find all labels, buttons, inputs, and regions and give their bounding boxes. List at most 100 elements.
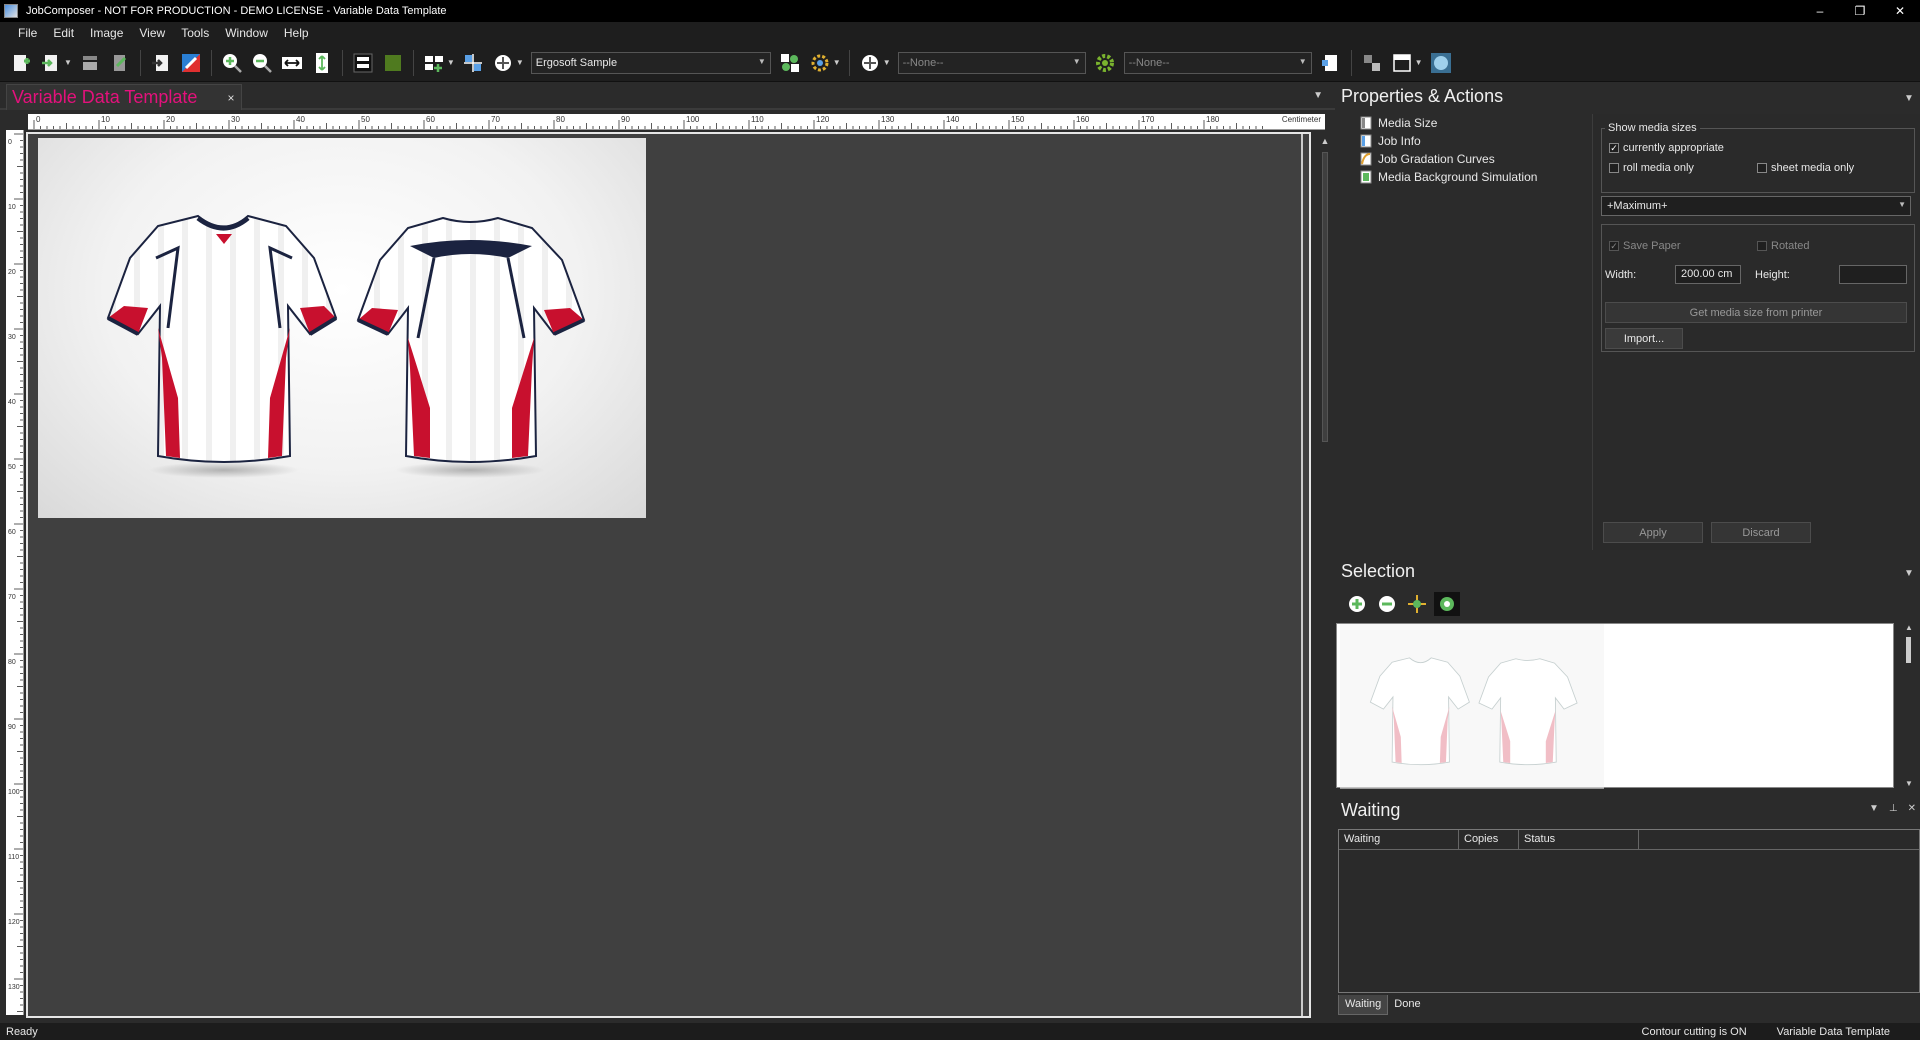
close-panel-icon[interactable]: ✕ [1908,803,1916,814]
import-icon[interactable] [38,50,64,76]
tile-icon[interactable] [1359,50,1385,76]
zoom-in-icon[interactable] [219,50,245,76]
height-input[interactable] [1839,265,1907,284]
scroll-up-icon[interactable]: ▲ [1317,134,1333,148]
arrange-dropdown-icon[interactable]: ▼ [447,58,455,67]
color-target-dropdown-icon[interactable]: ▼ [883,58,891,67]
menu-help[interactable]: Help [276,26,317,40]
selection-scrollbar[interactable]: ▲ ▼ [1902,623,1916,788]
tree-item-job-info[interactable]: Job Info [1336,132,1588,150]
color-target-icon[interactable] [857,50,883,76]
media-size-properties: Show media sizes ✓ currently appropriate… [1592,114,1920,550]
menu-image[interactable]: Image [82,26,131,40]
menu-edit[interactable]: Edit [45,26,82,40]
close-window-button[interactable]: ✕ [1880,4,1920,18]
menu-window[interactable]: Window [217,26,276,40]
nesting-icon[interactable] [460,50,486,76]
settings-gear-icon[interactable] [1092,50,1118,76]
tab-waiting[interactable]: Waiting [1338,995,1389,1015]
selection-zoom-in-icon[interactable] [1344,592,1370,616]
properties-panel-title: Properties & Actions [1341,86,1504,106]
layout-list-icon[interactable] [350,50,376,76]
scroll-down-icon[interactable]: ▼ [1902,779,1916,788]
printer-output-icon[interactable] [1318,50,1344,76]
scrollbar-thumb[interactable] [1906,637,1911,663]
tab-done[interactable]: Done [1388,995,1426,1015]
media-size-select[interactable]: +Maximum+ ▼ [1601,196,1911,216]
restore-button[interactable]: ❐ [1840,4,1880,18]
print-canvas[interactable] [26,132,1311,1018]
roll-media-only-checkbox[interactable]: roll media only [1609,162,1694,174]
arrange-icon[interactable] [421,50,447,76]
document-tab[interactable]: Variable Data Template × [6,84,242,110]
waiting-panel-menu-icon[interactable]: ▼ [1869,803,1879,814]
menu-file[interactable]: File [10,26,45,40]
pen-tool-icon[interactable] [107,50,133,76]
apply-button[interactable]: Apply [1603,522,1703,543]
chevron-down-icon: ▼ [1298,56,1307,66]
title-bar: JobComposer - NOT FOR PRODUCTION - DEMO … [0,0,1920,22]
pin-icon[interactable]: ⊥ [1889,803,1898,814]
tree-item-job-gradation-curves[interactable]: Job Gradation Curves [1336,150,1588,168]
print-queue-icon[interactable] [77,50,103,76]
discard-button[interactable]: Discard [1711,522,1811,543]
column-copies[interactable]: Copies [1459,830,1519,849]
color-edit-icon[interactable] [178,50,204,76]
save-paper-checkbox[interactable]: ✓ Save Paper [1609,240,1680,252]
print-settings-dropdown-icon[interactable]: ▼ [833,58,841,67]
tree-item-label: Media Background Simulation [1378,170,1538,184]
printer-select[interactable]: Ergosoft Sample ▼ [530,51,771,74]
column-status[interactable]: Status [1519,830,1639,849]
scrollbar-thumb[interactable] [1322,152,1328,442]
minimize-button[interactable]: – [1800,4,1840,18]
print-settings-gear-icon[interactable] [807,50,833,76]
jersey-mockup-graphic [106,214,586,478]
chevron-down-icon: ▼ [757,56,766,66]
sheet-media-only-checkbox[interactable]: sheet media only [1757,162,1854,174]
target-icon[interactable] [490,50,516,76]
column-waiting[interactable]: Waiting [1339,830,1459,849]
import-button[interactable]: Import... [1605,328,1683,349]
ruler-label: 110 [8,854,19,861]
fit-height-icon[interactable] [309,50,335,76]
get-media-size-button[interactable]: Get media size from printer [1605,302,1907,323]
export-icon[interactable] [148,50,174,76]
selection-toolbar [1336,591,1462,617]
selection-pan-icon[interactable] [1404,592,1430,616]
tree-item-media-size[interactable]: Media Size [1336,114,1588,132]
new-job-icon[interactable] [8,50,34,76]
background-color-icon[interactable] [380,50,406,76]
document-list-dropdown-icon[interactable]: ▼ [1313,90,1323,101]
window-layout-dropdown-icon[interactable]: ▼ [1415,58,1423,67]
selection-fit-icon[interactable] [1434,592,1460,616]
properties-panel-menu-icon[interactable]: ▼ [1904,93,1914,104]
canvas-vertical-scrollbar[interactable]: ▲ [1317,134,1333,1016]
selection-panel-menu-icon[interactable]: ▼ [1904,568,1914,579]
tree-item-media-background-simulation[interactable]: Media Background Simulation [1336,168,1588,186]
globe-icon[interactable] [1428,50,1454,76]
currently-appropriate-checkbox[interactable]: ✓ currently appropriate [1609,142,1724,154]
toolbar-separator [210,49,212,76]
fit-width-icon[interactable] [279,50,305,76]
rotated-checkbox[interactable]: Rotated [1757,240,1810,252]
profile-select-1[interactable]: --None-- ▼ [897,51,1086,74]
ruler-unit-label: Centimeter [1281,115,1321,124]
printer-settings-icon[interactable] [777,50,803,76]
close-tab-icon[interactable]: × [221,91,241,105]
jersey-artwork-image[interactable] [38,138,646,518]
ruler-label: 30 [231,115,240,124]
menu-view[interactable]: View [131,26,173,40]
scroll-up-icon[interactable]: ▲ [1902,623,1916,632]
document-area: Variable Data Template × ▼ 0 10 20 30 40 50 60… [0,82,1335,1024]
ruler-label: 90 [8,724,16,731]
menu-tools[interactable]: Tools [173,26,217,40]
target-dropdown-icon[interactable]: ▼ [516,58,524,67]
profile-select-2[interactable]: --None-- ▼ [1123,51,1312,74]
selection-zoom-out-icon[interactable] [1374,592,1400,616]
import-dropdown-icon[interactable]: ▼ [64,58,72,67]
selection-preview[interactable] [1336,623,1894,789]
window-layout-icon[interactable] [1389,50,1415,76]
zoom-out-icon[interactable] [249,50,275,76]
width-input[interactable]: 200.00 cm [1675,265,1741,284]
media-size-select-value: +Maximum+ [1607,200,1668,212]
